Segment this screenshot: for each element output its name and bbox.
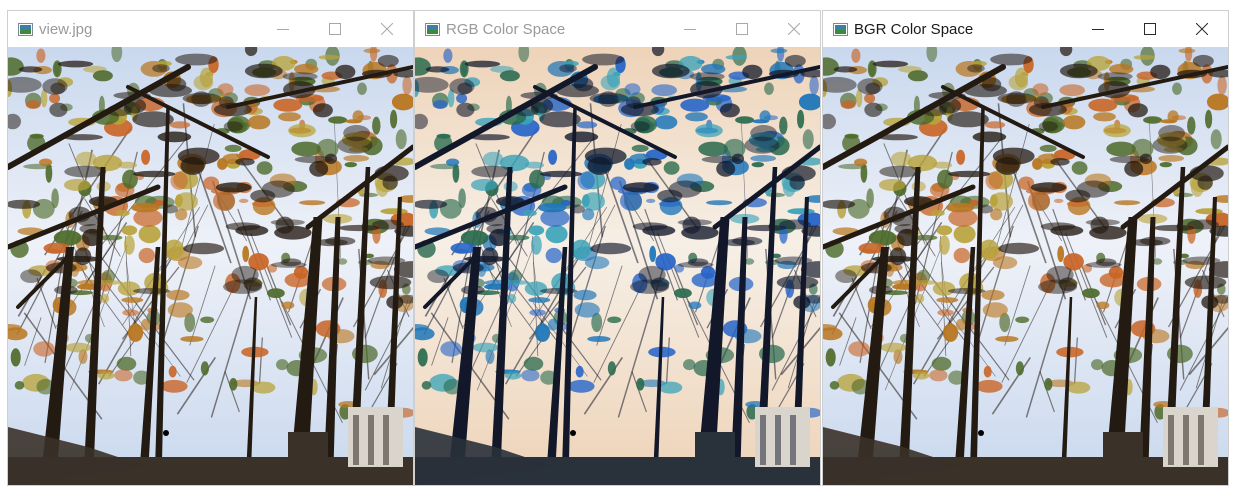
close-icon[interactable]	[768, 11, 820, 47]
app-image-icon	[833, 22, 848, 36]
window-view-jpg[interactable]: view.jpg	[7, 10, 414, 486]
close-icon[interactable]	[361, 11, 413, 47]
forest-photo	[415, 47, 820, 485]
window-controls	[257, 11, 413, 47]
desktop: view.jpg RGB Color Space BGR Color Space	[0, 0, 1238, 497]
app-image-icon	[425, 22, 440, 36]
image-canvas-rgb	[415, 47, 820, 485]
forest-photo	[823, 47, 1228, 485]
window-bgr-color-space[interactable]: BGR Color Space	[822, 10, 1229, 486]
maximize-icon[interactable]	[716, 11, 768, 47]
image-canvas-bgr	[823, 47, 1228, 485]
window-title: view.jpg	[39, 20, 93, 38]
window-controls	[1072, 11, 1228, 47]
window-title: RGB Color Space	[446, 20, 566, 38]
minimize-icon[interactable]	[1072, 11, 1124, 47]
window-title: BGR Color Space	[854, 20, 974, 38]
minimize-icon[interactable]	[664, 11, 716, 47]
forest-photo	[8, 47, 413, 485]
minimize-icon[interactable]	[257, 11, 309, 47]
window-rgb-color-space[interactable]: RGB Color Space	[414, 10, 821, 486]
close-icon[interactable]	[1176, 11, 1228, 47]
maximize-icon[interactable]	[1124, 11, 1176, 47]
image-canvas-original	[8, 47, 413, 485]
app-image-icon	[18, 22, 33, 36]
window-controls	[664, 11, 820, 47]
maximize-icon[interactable]	[309, 11, 361, 47]
title-bar[interactable]: BGR Color Space	[823, 11, 1228, 47]
title-bar[interactable]: RGB Color Space	[415, 11, 820, 47]
title-bar[interactable]: view.jpg	[8, 11, 413, 47]
